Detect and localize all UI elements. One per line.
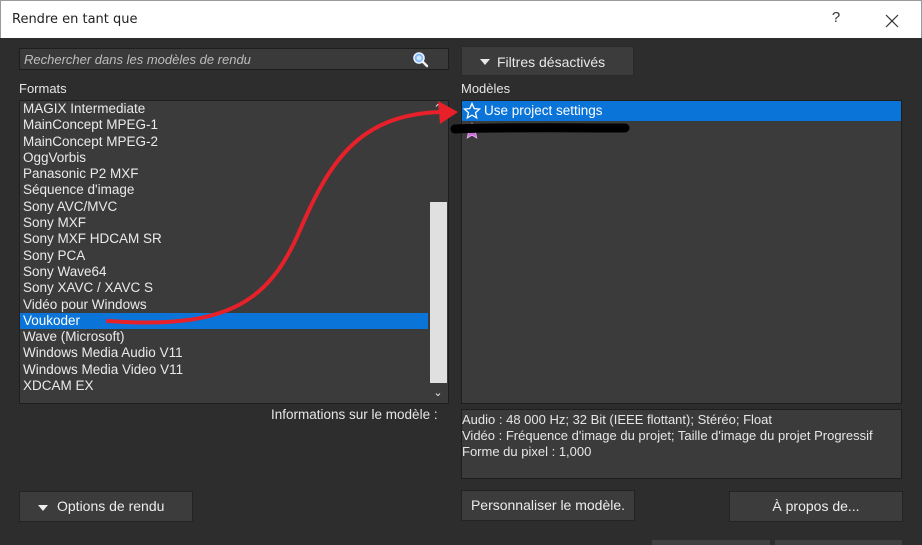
search-box (19, 48, 449, 70)
format-item[interactable]: Windows Media Video V11 (20, 362, 428, 378)
format-item[interactable]: XDCAM EX (20, 378, 428, 394)
model-info-audio: Audio : 48 000 Hz; 32 Bit (IEEE flottant… (462, 412, 772, 427)
format-item[interactable]: Windows Media Audio V11 (20, 345, 428, 361)
formats-label: Formats (19, 81, 67, 96)
format-item[interactable]: Sony MXF HDCAM SR (20, 231, 428, 247)
star-purple-icon (463, 122, 481, 140)
format-item[interactable]: Panasonic P2 MXF (20, 166, 428, 182)
format-item[interactable]: MainConcept MPEG-2 (20, 134, 428, 150)
close-button[interactable] (877, 9, 907, 33)
format-item[interactable]: MainConcept MPEG-1 (20, 117, 428, 133)
about-button[interactable]: À propos de... (729, 491, 903, 522)
search-input[interactable] (20, 49, 410, 69)
bottom-buttons-edge (0, 538, 922, 545)
hidden-button-edge (652, 540, 770, 545)
title-bar: Rendre en tant que ? (0, 0, 922, 38)
format-item[interactable]: Sony MXF (20, 215, 428, 231)
formats-list[interactable]: MAGIX Intermediate MainConcept MPEG-1 Main… (19, 100, 449, 404)
filters-button[interactable]: Filtres désactivés (461, 46, 634, 76)
chevron-down-icon (38, 505, 48, 511)
render-options-label: Options de rendu (57, 498, 165, 514)
format-item[interactable]: Sony PCA (20, 248, 428, 264)
model-info-box: Audio : 48 000 Hz; 32 Bit (IEEE flottant… (461, 409, 902, 479)
model-info-video: Vidéo : Fréquence d'image du projet; Tai… (462, 428, 873, 443)
formats-items: MAGIX Intermediate MainConcept MPEG-1 Main… (20, 101, 428, 394)
format-item[interactable]: Wave (Microsoft) (20, 329, 428, 345)
model-item-2[interactable] (462, 121, 901, 141)
render-options-button[interactable]: Options de rendu (19, 491, 193, 522)
format-item[interactable]: Sony XAVC / XAVC S (20, 280, 428, 296)
window-title: Rendre en tant que (12, 12, 138, 27)
format-item[interactable]: Sony Wave64 (20, 264, 428, 280)
format-item[interactable]: Voukoder (20, 312, 428, 330)
model-item-use-project-settings[interactable]: Use project settings (462, 101, 901, 121)
filters-button-label: Filtres désactivés (497, 54, 606, 70)
scroll-up-icon[interactable]: ⌃ (428, 101, 448, 117)
format-item[interactable]: MAGIX Intermediate (20, 101, 428, 117)
star-outline-icon (462, 101, 482, 120)
model-item-label: Use project settings (484, 103, 603, 118)
customize-template-button[interactable]: Personnaliser le modèle. (461, 490, 635, 521)
hidden-button-edge (775, 540, 902, 545)
models-label: Modèles (461, 81, 511, 96)
close-icon (885, 14, 899, 28)
chevron-down-icon (480, 59, 490, 65)
model-info-pixel: Forme du pixel : 1,000 (462, 444, 592, 459)
model-info-label: Informations sur le modèle : (271, 407, 438, 422)
format-item[interactable]: Sony AVC/MVC (20, 199, 428, 215)
models-list[interactable]: Use project settings (461, 100, 902, 404)
format-item[interactable]: Séquence d'image (20, 182, 428, 198)
format-item[interactable]: Vidéo pour Windows (20, 297, 428, 313)
scroll-down-icon[interactable]: ⌄ (428, 385, 448, 401)
format-item[interactable]: OggVorbis (20, 150, 428, 166)
search-icon[interactable] (410, 50, 432, 70)
formats-scrollbar[interactable]: ⌃ ⌄ (428, 101, 448, 403)
scrollbar-thumb[interactable] (430, 202, 447, 383)
help-button[interactable]: ? (827, 9, 845, 31)
